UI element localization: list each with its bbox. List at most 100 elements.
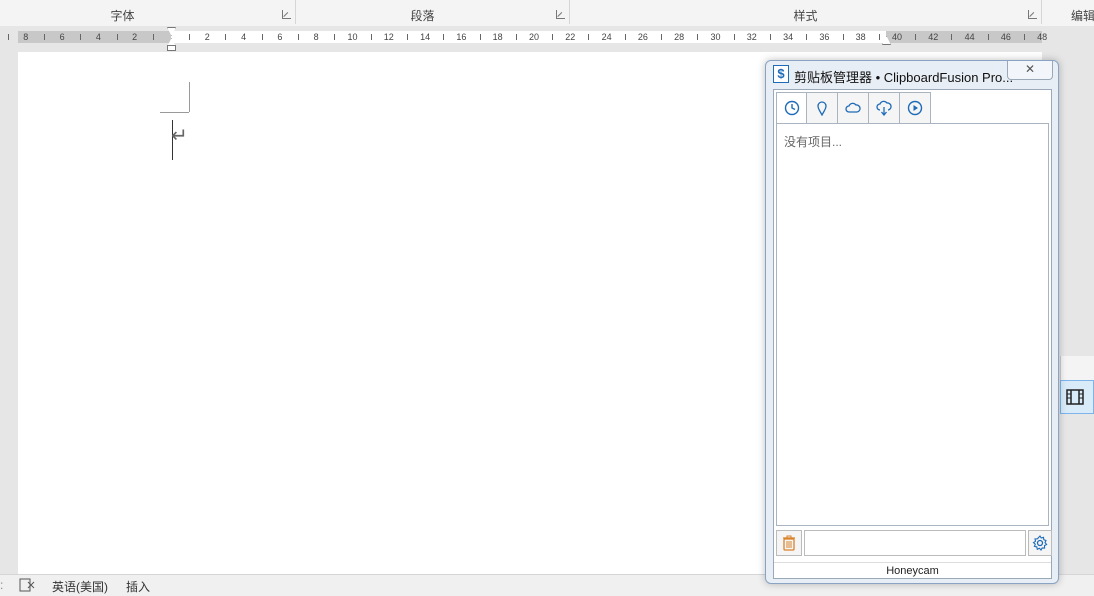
dialog-launcher-icon[interactable] — [556, 10, 565, 19]
window-titlebar[interactable]: $ 剪贴板管理器 • ClipboardFusion Pro... ✕ — [766, 61, 1058, 89]
ruler-tick-label: 38 — [855, 32, 866, 42]
ruler-tick-label: 48 — [1037, 32, 1048, 42]
ruler-tick-label: 10 — [347, 32, 358, 42]
ruler-tick-label: 14 — [420, 32, 431, 42]
ribbon-group-font: 字体 — [0, 0, 296, 24]
ruler-minor-mark — [733, 34, 735, 40]
ruler-tick-label: 34 — [783, 32, 794, 42]
status-overflow: : — [0, 578, 4, 592]
ruler-minor-mark — [588, 34, 590, 40]
honeycam-film-button[interactable] — [1060, 380, 1094, 414]
cloud-sync-icon — [876, 100, 892, 116]
ribbon-group-label: 编辑 — [1070, 9, 1094, 23]
ruler-minor-mark — [878, 34, 880, 40]
tab-strip — [776, 92, 931, 124]
tab-history[interactable] — [776, 92, 807, 124]
macro-record-icon[interactable] — [19, 578, 35, 592]
ribbon-group-paragraph: 段落 — [296, 0, 570, 24]
ruler-minor-mark — [443, 34, 445, 40]
ruler-tick-label: 20 — [528, 32, 540, 42]
empty-list-message: 没有项目... — [784, 135, 843, 149]
search-input[interactable] — [804, 530, 1026, 556]
ruler-tick-label: 8 — [23, 32, 29, 42]
tab-macros[interactable] — [900, 92, 931, 124]
ruler-minor-mark — [769, 34, 771, 40]
ruler-minor-mark — [370, 34, 372, 40]
ruler-minor-mark — [697, 34, 699, 40]
language-indicator[interactable]: 英语(美国) — [52, 578, 108, 595]
ruler-minor-mark — [334, 34, 336, 40]
film-icon — [1066, 389, 1084, 405]
ruler-tick-label: 28 — [674, 32, 685, 42]
dialog-launcher-icon[interactable] — [1028, 10, 1037, 19]
ruler-tick-label: 22 — [565, 32, 576, 42]
ruler-tick-label: 6 — [277, 32, 283, 42]
ruler-minor-mark — [951, 34, 953, 40]
ribbon-group-label: 段落 — [410, 9, 435, 23]
trash-icon — [783, 535, 795, 551]
settings-button[interactable] — [1028, 530, 1052, 556]
ruler-minor-mark — [915, 34, 917, 40]
ribbon-group-bar: 字体 段落 样式 编辑 — [0, 0, 1094, 26]
ruler-tick-label: 30 — [710, 32, 721, 42]
pin-icon — [817, 101, 827, 116]
ruler-minor-mark — [624, 34, 626, 40]
close-button[interactable]: ✕ — [1007, 61, 1053, 80]
paragraph-mark: ↵ — [171, 125, 188, 147]
window-title: 剪贴板管理器 • ClipboardFusion Pro... — [794, 70, 1014, 85]
ruler-tick-label: 2 — [204, 32, 210, 42]
clipboardfusion-app-icon: $ — [773, 65, 789, 83]
insert-mode-indicator[interactable]: 插入 — [126, 578, 150, 595]
ruler-tick-label: 18 — [492, 32, 503, 42]
window-footer: Honeycam — [774, 562, 1051, 578]
bottom-toolbar — [776, 530, 1052, 557]
ribbon-group-label: 样式 — [793, 9, 818, 23]
ruler-minor-mark — [987, 34, 989, 40]
horizontal-ruler[interactable]: 8 6 4 2 2 4 6 8 10 12 14 16 18 20 22 24 26 28 30 32 34 36 38 40… — [0, 26, 1094, 51]
ruler-tick-label: 26 — [637, 32, 648, 42]
ruler-minor-mark — [152, 34, 154, 40]
ruler-tick-label: 2 — [132, 32, 138, 42]
ruler-tick-label: 42 — [928, 32, 939, 42]
ribbon-group-label: 字体 — [110, 9, 135, 23]
ruler-tick-label: 40 — [891, 32, 903, 42]
ruler-tick-label: 44 — [964, 32, 975, 42]
play-icon — [907, 100, 923, 116]
ruler-tick-label: 16 — [456, 32, 467, 42]
ruler-minor-mark — [479, 34, 481, 40]
ruler-minor-mark — [406, 34, 408, 40]
left-indent-marker[interactable] — [167, 45, 176, 51]
tab-pinned[interactable] — [807, 92, 838, 124]
ribbon-group-styles: 样式 — [570, 0, 1042, 24]
ruler-tick-label: 8 — [313, 32, 319, 42]
ruler-minor-mark — [806, 34, 808, 40]
ruler-minor-mark — [515, 34, 517, 40]
ruler-minor-mark — [189, 34, 191, 40]
tab-cloud-sync[interactable] — [869, 92, 900, 124]
clock-icon — [784, 100, 799, 116]
ruler-tick-label: 46 — [1000, 32, 1011, 42]
ruler-minor-mark — [116, 34, 118, 40]
ruler-minor-mark — [43, 34, 45, 40]
ruler-minor-mark — [1024, 34, 1026, 40]
crop-mark — [189, 82, 190, 112]
ruler-tick-label: 32 — [746, 32, 757, 42]
ruler-minor-mark — [842, 34, 844, 40]
ruler-left-margin — [18, 31, 171, 43]
clipboard-items-list[interactable]: 没有项目... — [776, 123, 1049, 526]
ruler-tick-label: 4 — [95, 32, 101, 42]
ruler-tick-label: 6 — [59, 32, 65, 42]
tab-cloud[interactable] — [838, 92, 869, 124]
ruler-minor-mark — [225, 34, 227, 40]
clipboard-manager-window: $ 剪贴板管理器 • ClipboardFusion Pro... ✕ 没有项目… — [765, 60, 1059, 584]
clear-button[interactable] — [776, 530, 802, 556]
ruler-tick-label: 4 — [241, 32, 247, 42]
ruler-minor-mark — [7, 34, 9, 40]
ruler-tick-label: 24 — [601, 32, 612, 42]
ruler-tick-label: 36 — [819, 32, 830, 42]
ruler-minor-mark — [261, 34, 263, 40]
gear-icon — [1032, 535, 1048, 551]
cloud-icon — [845, 102, 861, 113]
ruler-minor-mark — [661, 34, 663, 40]
ribbon-group-editing[interactable]: 编辑 — [1042, 0, 1094, 24]
